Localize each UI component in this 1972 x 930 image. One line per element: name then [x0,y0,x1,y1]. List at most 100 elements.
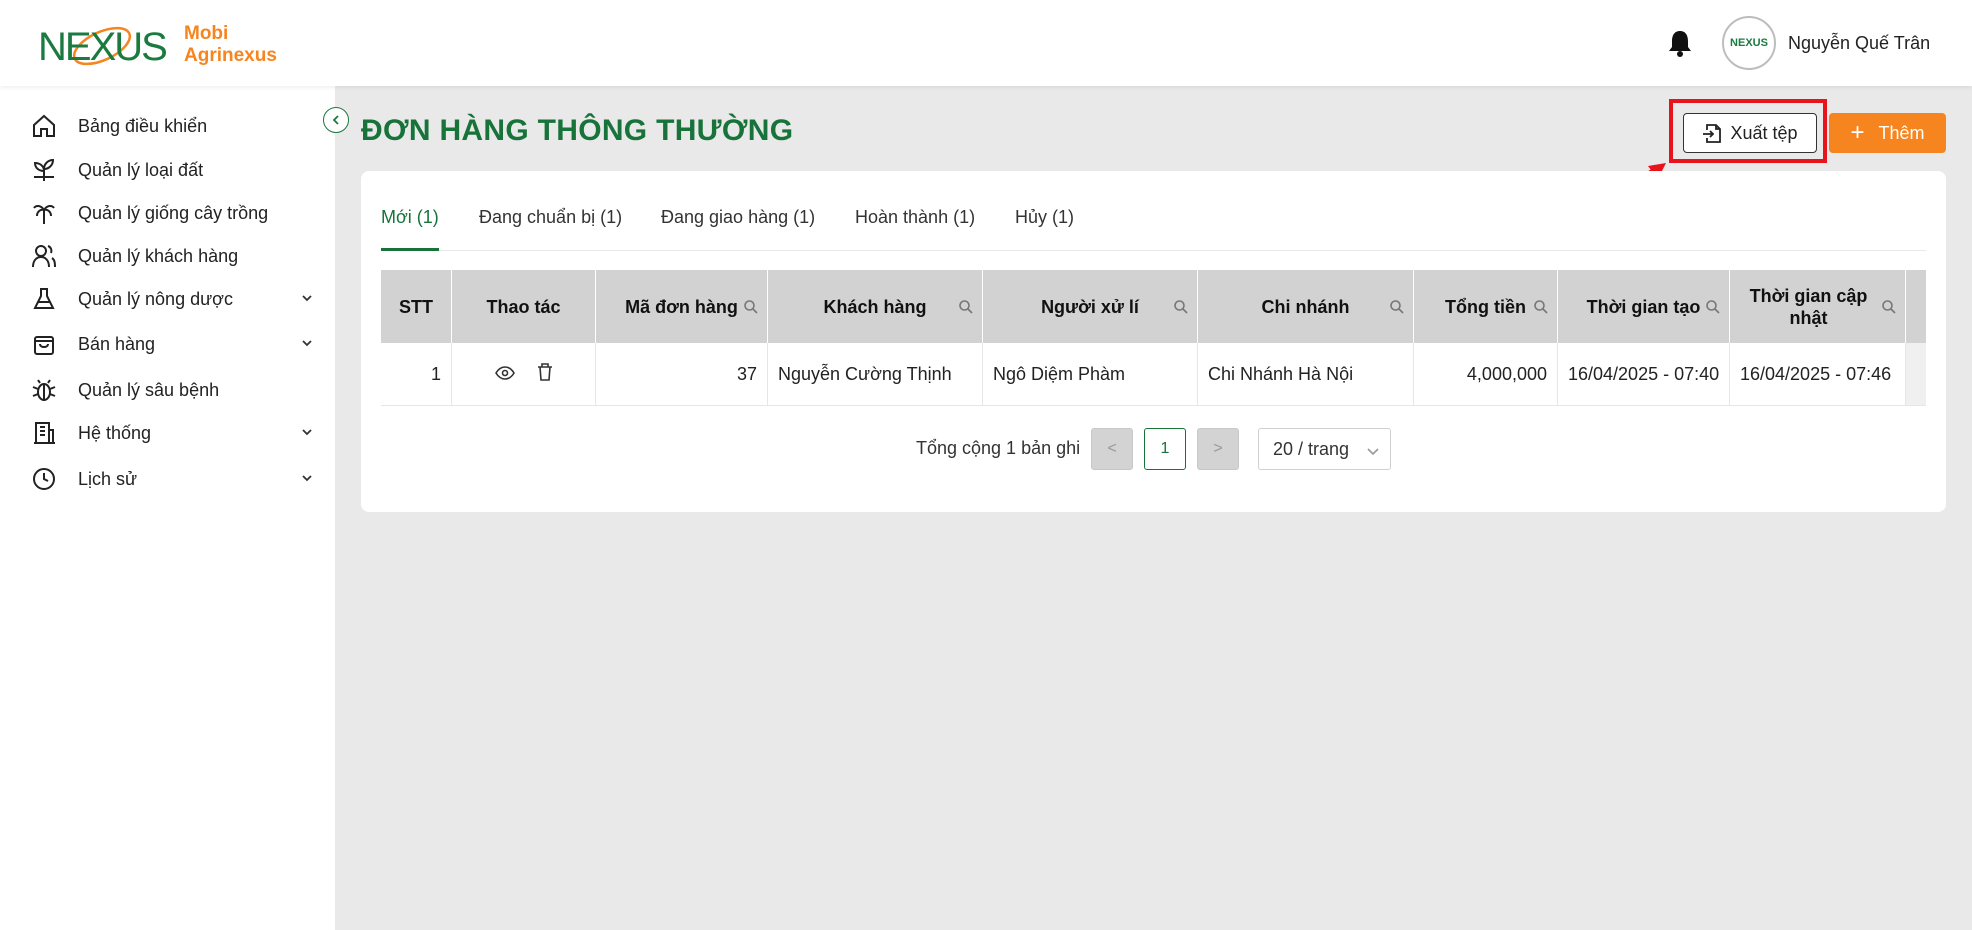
sprout-icon [30,156,58,184]
chevron-right-icon: > [1213,440,1223,457]
sidebar-item-label: Lịch sử [78,468,138,489]
bug-icon [30,376,58,404]
orders-table: STT Thao tác Mã đơn hàng Khách hàng Ngườ… [381,270,1926,406]
tab-preparing[interactable]: Đang chuẩn bị (1) [479,207,622,251]
add-button[interactable]: + Thêm [1829,113,1946,153]
search-icon[interactable] [1389,298,1405,320]
sidebar-item-system[interactable]: Hệ thống [30,415,320,451]
search-icon[interactable] [1533,298,1549,320]
sidebar-item-label: Hệ thống [78,422,152,443]
cell-actions [452,343,596,406]
search-icon[interactable] [1705,298,1721,320]
pagination: Tổng cộng 1 bản ghi < 1 > 20 / trang [361,426,1946,470]
cell-created-at: 16/04/2025 - 07:40 [1558,343,1730,406]
brand-logo[interactable]: NEXUS Mobi Agrinexus [38,16,277,74]
chevron-left-icon [332,115,339,125]
trash-icon[interactable] [537,363,553,386]
chevron-down-icon [300,425,314,439]
brand-name-line2: Agrinexus [184,45,277,66]
column-header-updated-at: Thời gian cập nhật [1730,270,1906,343]
cell-total: 4,000,000 [1414,343,1558,406]
sidebar-item-customers[interactable]: Quản lý khách hàng [30,238,320,274]
sidebar-item-label: Quản lý giống cây trồng [78,202,269,223]
sidebar-item-pests[interactable]: Quản lý sâu bệnh [30,372,320,408]
page-size-value: 20 / trang [1273,438,1350,459]
sidebar-item-soil[interactable]: Quản lý loại đất [30,152,320,188]
building-icon [30,419,58,447]
tab-cancelled[interactable]: Hủy (1) [1015,207,1074,251]
chevron-down-icon [300,336,314,350]
brand-name-line1: Mobi [184,23,229,44]
orders-card: Mới (1) Đang chuẩn bị (1) Đang giao hàng… [361,171,1946,512]
sidebar-item-label: Bán hàng [78,333,156,354]
column-header-customer: Khách hàng [768,270,983,343]
tab-delivering[interactable]: Đang giao hàng (1) [661,207,815,251]
user-name: Nguyễn Quế Trân [1788,32,1931,53]
search-icon[interactable] [958,298,974,320]
chevron-down-icon [300,471,314,485]
sidebar-item-seeds[interactable]: Quản lý giống cây trồng [30,195,320,231]
sidebar-item-label: Bảng điều khiển [78,115,208,136]
logo-word: NEXUS [38,25,166,69]
sidebar-item-dashboard[interactable]: Bảng điều khiển [30,108,320,144]
total-records: Tổng cộng 1 bản ghi [916,438,1081,458]
sidebar-item-label: Quản lý nông dược [78,288,233,309]
plus-icon: + [1850,119,1865,146]
column-header-handler: Người xử lí [983,270,1198,343]
scrollbar-gutter [1906,270,1926,343]
table-row[interactable]: 1 37 Nguyễn Cường Thịnh Ngô Diệm Phàm Ch… [381,343,1926,406]
column-header-total: Tổng tiền [1414,270,1558,343]
cell-handler: Ngô Diệm Phàm [983,343,1198,406]
table-header: STT Thao tác Mã đơn hàng Khách hàng Ngườ… [381,270,1926,343]
sidebar-item-history[interactable]: Lịch sử [30,461,320,497]
sidebar-item-pesticides[interactable]: Quản lý nông dược [30,281,320,317]
column-header-stt: STT [381,270,452,343]
sidebar: Bảng điều khiển Quản lý loại đất Quản lý… [0,86,335,930]
top-header: NEXUS Mobi Agrinexus NEXUS Nguyễn Quế Tr… [0,0,1972,86]
sidebar-item-label: Quản lý sâu bệnh [78,379,220,400]
tab-completed[interactable]: Hoàn thành (1) [855,207,975,251]
collapse-sidebar-button[interactable] [323,107,349,133]
scrollbar-gutter [1906,343,1926,405]
next-page-button[interactable]: > [1197,428,1239,470]
users-icon [30,242,58,270]
cell-stt: 1 [381,343,452,406]
add-button-label: Thêm [1878,122,1925,143]
flask-icon [30,285,58,313]
user-menu[interactable]: NEXUS Nguyễn Quế Trân [1722,16,1930,70]
column-header-created-at: Thời gian tạo [1558,270,1730,343]
chevron-left-icon: < [1107,440,1117,457]
status-tabs: Mới (1) Đang chuẩn bị (1) Đang giao hàng… [381,207,1926,251]
page-title: ĐƠN HÀNG THÔNG THƯỜNG [361,114,794,147]
bell-icon[interactable] [1667,28,1693,58]
brand-name: Mobi Agrinexus [184,23,277,67]
palm-icon [30,199,58,227]
search-icon[interactable] [1173,298,1189,320]
search-icon[interactable] [1881,298,1897,320]
sidebar-item-label: Quản lý khách hàng [78,245,239,266]
eye-icon[interactable] [494,364,515,385]
highlight-box [1669,99,1827,163]
page-button-1[interactable]: 1 [1144,428,1186,470]
chevron-down-icon [300,291,314,305]
home-icon [30,112,58,140]
sidebar-item-sales[interactable]: Bán hàng [30,326,320,362]
prev-page-button[interactable]: < [1091,428,1133,470]
avatar: NEXUS [1722,16,1776,70]
clock-icon [30,465,58,493]
cell-customer: Nguyễn Cường Thịnh [768,343,983,406]
nexus-logo-mark: NEXUS [38,16,168,74]
tab-new[interactable]: Mới (1) [381,207,439,251]
column-header-actions: Thao tác [452,270,596,343]
page-size-select[interactable]: 20 / trang [1258,428,1391,470]
sidebar-item-label: Quản lý loại đất [78,159,204,180]
cell-order-id: 37 [596,343,768,406]
column-header-order-id: Mã đơn hàng [596,270,768,343]
chevron-down-icon [1366,443,1380,464]
bag-icon [30,330,58,358]
avatar-text: NEXUS [1730,37,1768,49]
cell-branch: Chi Nhánh Hà Nội [1198,343,1414,406]
search-icon[interactable] [743,298,759,320]
column-header-branch: Chi nhánh [1198,270,1414,343]
cell-updated-at: 16/04/2025 - 07:46 [1730,343,1906,406]
